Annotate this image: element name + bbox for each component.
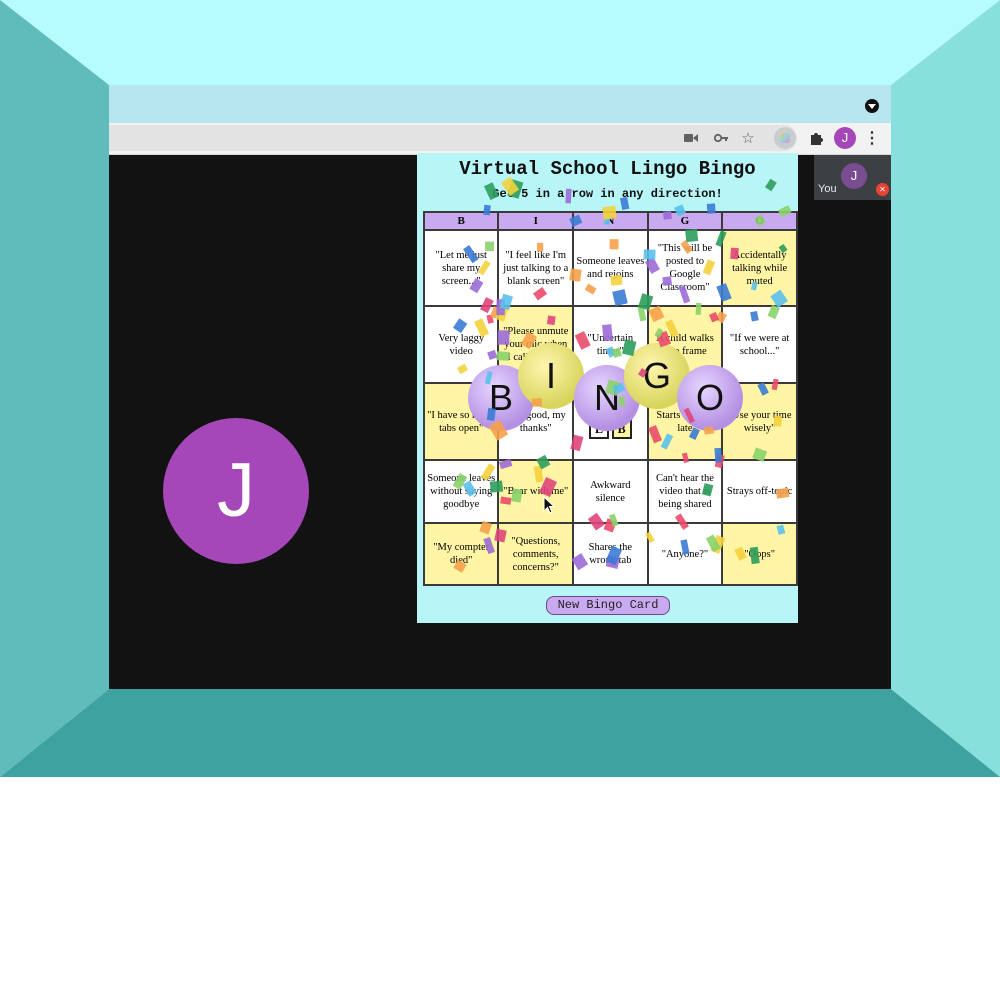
bingo-cell[interactable]: "This will be posted to Google Classroom… — [646, 229, 724, 307]
profile-avatar[interactable]: J — [834, 127, 856, 149]
participant-avatar: J — [163, 418, 309, 564]
bingo-cell[interactable]: Strays off-topic — [721, 459, 798, 524]
bingo-cell-marked[interactable]: "Questions, comments, concerns?" — [497, 522, 575, 586]
bingo-cell-marked[interactable]: "Oops" — [721, 522, 798, 586]
bingo-cell-marked[interactable]: "My compter died" — [422, 522, 500, 586]
bingo-cell[interactable]: "Anyone?" — [646, 522, 724, 586]
bingo-cell[interactable]: Shares the wrong tab — [572, 522, 649, 586]
bingo-cell[interactable]: "Let me just share my screen..." — [422, 229, 500, 307]
bingo-cell[interactable]: Someone leaves without saying goodbye — [422, 459, 500, 524]
popup-title: Virtual School Lingo Bingo — [459, 158, 756, 180]
self-view-tile[interactable]: J You ✕ — [814, 155, 891, 200]
new-bingo-card-button[interactable]: New Bingo Card — [546, 596, 670, 615]
column-header-o: O — [721, 211, 798, 231]
mouse-cursor-icon — [543, 496, 555, 514]
bingo-popup: Virtual School Lingo Bingo Get 5 in a ro… — [417, 153, 798, 623]
column-header-i: I — [497, 211, 575, 231]
key-icon[interactable] — [710, 127, 732, 149]
column-header-n: N — [572, 211, 649, 231]
bingo-cell[interactable]: Can't hear the video that is being share… — [646, 459, 724, 524]
bingo-cell-marked[interactable]: Accidentally talking while muted — [721, 229, 798, 307]
browser-window: ☆ J ⋮ J J You ✕ Virtual School Lingo Bin… — [109, 85, 891, 689]
bingo-cell[interactable]: "If we were at school..." — [721, 305, 798, 384]
bookmark-star-icon[interactable]: ☆ — [737, 127, 759, 149]
self-avatar: J — [841, 163, 867, 189]
camera-icon[interactable] — [680, 127, 702, 149]
mic-off-icon: ✕ — [876, 183, 889, 196]
tab-strip — [109, 85, 891, 123]
tab-search-icon[interactable] — [865, 99, 879, 113]
column-header-b: B — [422, 211, 500, 231]
bingo-cell[interactable]: Awkward silence — [572, 459, 649, 524]
browser-toolbar: ☆ J ⋮ — [109, 123, 891, 155]
column-header-g: G — [646, 211, 724, 231]
bingo-extension-icon[interactable] — [774, 127, 796, 149]
bingo-cell-marked[interactable]: "Bear with me" — [497, 459, 575, 524]
more-menu-icon[interactable]: ⋮ — [861, 127, 883, 149]
popup-subtitle: Get 5 in a row in any direction! — [492, 187, 723, 201]
bingo-ball-o: O — [677, 365, 743, 431]
self-label: You — [818, 183, 837, 195]
bingo-cell[interactable]: Someone leaves and rejoins — [572, 229, 649, 307]
extensions-puzzle-icon[interactable] — [805, 127, 827, 149]
bingo-cell[interactable]: "I feel like I'm just talking to a blank… — [497, 229, 575, 307]
